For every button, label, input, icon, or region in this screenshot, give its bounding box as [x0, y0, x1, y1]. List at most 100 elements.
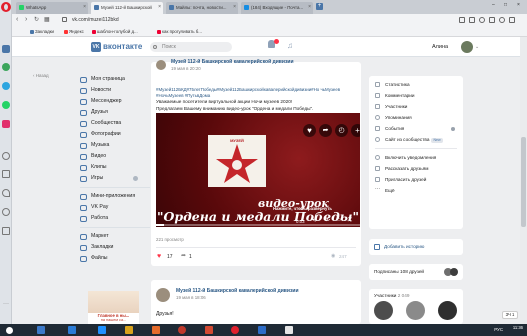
vk-logo-icon[interactable]: VK — [91, 42, 101, 52]
back-icon[interactable]: ‹ — [16, 16, 18, 24]
close-icon[interactable]: × — [308, 4, 311, 10]
taskbar-app-icon[interactable] — [178, 326, 186, 334]
back-link[interactable]: ‹ Назад — [33, 73, 49, 78]
pip-icon[interactable]: ▭ — [336, 217, 341, 223]
post-date[interactable]: 19 мая в 20:20 — [171, 66, 201, 71]
sidebar-item-market[interactable]: Маркет — [80, 231, 150, 242]
taskbar-app-icon[interactable] — [37, 326, 45, 334]
sidebar-item-friends[interactable]: Друзья — [80, 107, 150, 118]
tab-museum[interactable]: Музей 112-й Башкирской × — [91, 2, 163, 14]
avatar[interactable] — [406, 301, 425, 320]
post-hashtags[interactable]: #Музей112БКД#75летПобеды#Музей112Башкирс… — [156, 87, 360, 99]
new-tab-button[interactable]: + — [316, 3, 323, 10]
scrollbar-thumb[interactable] — [521, 137, 526, 227]
minimize-button[interactable]: – — [492, 2, 495, 8]
history-icon[interactable] — [2, 208, 10, 216]
search-input[interactable]: Поиск — [150, 42, 232, 52]
menu-icon[interactable] — [509, 17, 515, 23]
flow-icon[interactable] — [2, 170, 10, 178]
download-icon[interactable] — [499, 17, 505, 23]
friends-subscribed-card[interactable]: Подписаны 108 друзей — [369, 264, 463, 280]
close-icon[interactable]: × — [83, 4, 86, 10]
close-icon[interactable]: × — [158, 4, 161, 10]
reload-icon[interactable]: ↻ — [34, 16, 39, 24]
plus-icon[interactable]: + — [351, 124, 360, 137]
taskbar-app-icon[interactable] — [231, 326, 239, 334]
avatar[interactable] — [156, 288, 170, 302]
telegram-sidebar-icon[interactable] — [2, 82, 10, 90]
volume-icon[interactable]: ◂) — [312, 217, 316, 223]
taskbar-app-icon[interactable] — [125, 326, 133, 334]
opera-logo-icon[interactable] — [1, 2, 11, 12]
speed-dial-icon[interactable] — [2, 152, 10, 160]
heart-icon[interactable]: ♥ — [303, 124, 316, 137]
bookmark-item[interactable]: Яндекс — [64, 29, 84, 34]
community-item-members[interactable]: Участники — [369, 101, 463, 112]
add-story-button[interactable]: Добавить историю — [369, 239, 463, 255]
sidebar-item-games[interactable]: Игры — [80, 173, 150, 184]
music-icon[interactable]: ♫ — [287, 41, 293, 51]
tab-inbox[interactable]: (184) Входящие - Почта... × — [241, 2, 313, 14]
more-sidebar-icon[interactable]: ··· — [2, 300, 10, 308]
bookmark-item[interactable]: шаблон-голубой д... — [92, 29, 138, 34]
bookmark-item[interactable]: как прогуливать б... — [157, 29, 202, 34]
members-heading[interactable]: Участники 2 049 — [374, 293, 409, 298]
tab-mail-news[interactable]: Майлы: почта, новости... × — [166, 2, 238, 14]
fullscreen-icon[interactable]: ⛶ — [348, 217, 352, 223]
messenger-sidebar-icon[interactable] — [2, 63, 10, 71]
share-icon[interactable]: ➦ — [181, 253, 186, 260]
avatar[interactable] — [438, 301, 457, 320]
sidebar-item-clips[interactable]: Клипы — [80, 162, 150, 173]
video-player[interactable]: МУЗЕЙ ♥ ➦ ◴ + видео-урок Нажмите, чтобы … — [156, 113, 360, 227]
community-item-stats[interactable]: Статистика — [369, 79, 463, 90]
sidebar-item-photos[interactable]: Фотографии — [80, 129, 150, 140]
sidebar-item-news[interactable]: Новости — [80, 85, 150, 96]
sidebar-item-music[interactable]: Музыка — [80, 140, 150, 151]
taskbar-app-icon[interactable] — [98, 326, 106, 334]
lock-icon[interactable] — [62, 17, 67, 22]
snapshot-icon[interactable] — [469, 17, 475, 23]
avatar[interactable] — [374, 301, 393, 320]
community-item-more[interactable]: ··· Ещё — [369, 185, 463, 196]
community-item-site[interactable]: Сайт из сообщества New — [369, 134, 463, 145]
heart-address-icon[interactable] — [489, 17, 495, 23]
sidebar-item-vkpay[interactable]: VK Pay — [80, 202, 150, 213]
tab-whatsapp[interactable]: WhatsApp × — [16, 2, 88, 14]
start-icon[interactable] — [6, 326, 13, 334]
sidebar-item-files[interactable]: Файлы — [80, 253, 150, 264]
avatar[interactable] — [461, 41, 473, 53]
post-author[interactable]: Музей 112-й Башкирской кавалерийской див… — [176, 288, 299, 294]
close-icon[interactable]: × — [233, 4, 236, 10]
language-indicator[interactable]: РУС — [494, 327, 503, 332]
close-window-button[interactable]: × — [517, 2, 520, 8]
user-name[interactable]: Алина — [432, 42, 448, 52]
clock[interactable]: 11:36 — [513, 325, 523, 330]
forward-icon[interactable]: › — [25, 16, 27, 24]
heart-icon[interactable]: ♥ — [157, 253, 161, 260]
sidebar-item-messenger[interactable]: Мессенджер — [80, 96, 150, 107]
community-item-comments[interactable]: Комментарии — [369, 90, 463, 101]
community-item-notifications[interactable]: Включить уведомления — [369, 152, 463, 163]
share-icon[interactable]: ➦ — [319, 124, 332, 137]
post-date[interactable]: 19 мая в 18:06 — [176, 295, 206, 300]
extensions-icon[interactable] — [2, 227, 10, 235]
bookmark-item[interactable]: Закладки — [30, 29, 54, 34]
sidebar-item-work[interactable]: Работа — [80, 213, 150, 224]
sidebar-item-bookmarks[interactable]: Закладки — [80, 242, 150, 253]
scrollbar[interactable] — [520, 37, 527, 324]
speed-dial-grid-icon[interactable]: ▦ — [44, 16, 50, 24]
taskbar-app-icon[interactable] — [68, 326, 76, 334]
bookmark-page-icon[interactable] — [459, 17, 465, 23]
vk-brand[interactable]: вконтакте — [103, 42, 142, 52]
community-item-invite[interactable]: Пригласить друзей — [369, 174, 463, 185]
heart-sidebar-icon[interactable] — [2, 189, 10, 197]
sidebar-item-communities[interactable]: Сообщества — [80, 118, 150, 129]
video-progress-bar[interactable] — [156, 224, 360, 226]
instagram-sidebar-icon[interactable] — [2, 120, 10, 128]
url-field[interactable]: vk.com/muzei112bkd — [72, 17, 119, 23]
vpn-icon[interactable] — [479, 17, 485, 23]
sidebar-item-mini-apps[interactable]: Мини-приложения — [80, 191, 150, 202]
vk-sidebar-icon[interactable] — [2, 45, 10, 53]
maximize-button[interactable]: □ — [504, 2, 507, 8]
promo-card[interactable]: Главное в ны... на нашем са... — [88, 291, 139, 324]
